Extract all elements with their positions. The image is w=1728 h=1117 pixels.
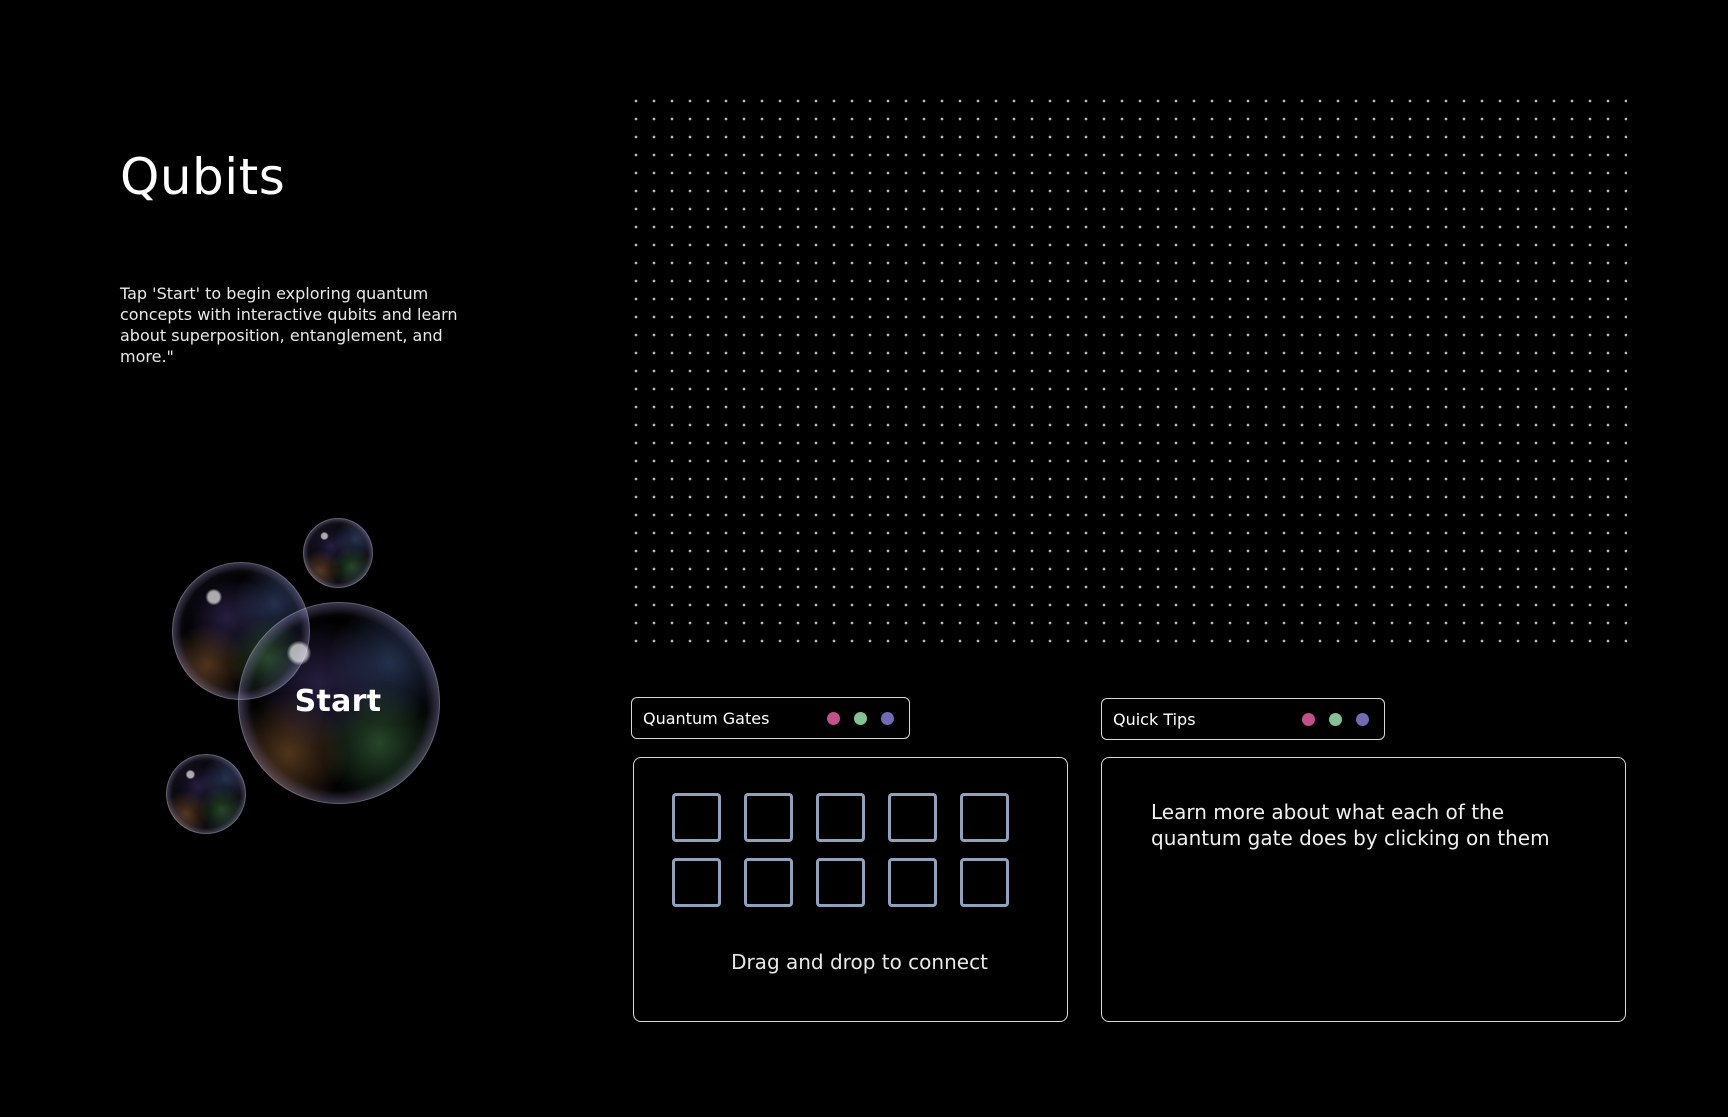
quantum-gates-panel: Drag and drop to connect [633,757,1068,1022]
gate-slot[interactable] [816,793,865,842]
gate-slot-grid [672,793,1009,907]
pink-dot-icon[interactable] [827,711,840,725]
gate-slot[interactable] [960,858,1009,907]
bubble-image [303,518,373,588]
purple-dot-icon[interactable] [1356,712,1369,726]
quick-tips-panel: Learn more about what each of the quantu… [1101,757,1626,1022]
window-controls [827,711,898,725]
purple-dot-icon[interactable] [881,711,894,725]
gate-slot[interactable] [816,858,865,907]
tips-text: Learn more about what each of the quantu… [1151,800,1550,850]
pink-dot-icon[interactable] [1302,712,1315,726]
quick-tips-title: Quick Tips [1113,709,1196,729]
page-title: Qubits [120,148,286,206]
quantum-gates-title: Quantum Gates [643,708,770,728]
gate-slot[interactable] [744,858,793,907]
gate-slot[interactable] [888,793,937,842]
drag-drop-hint: Drag and drop to connect [731,950,988,974]
gate-slot[interactable] [960,793,1009,842]
window-controls [1302,712,1373,726]
quantum-gates-header: Quantum Gates [631,697,910,739]
gate-slot[interactable] [744,793,793,842]
gate-slot[interactable] [888,858,937,907]
gate-slot[interactable] [672,793,721,842]
qubit-bubbles[interactable] [160,510,460,840]
gate-slot[interactable] [672,858,721,907]
start-button[interactable]: Start [268,684,408,719]
green-dot-icon[interactable] [854,711,867,725]
quick-tips-header: Quick Tips [1101,698,1385,740]
circuit-canvas[interactable] [627,92,1627,645]
green-dot-icon[interactable] [1329,712,1342,726]
intro-text: Tap 'Start' to begin exploring quantum c… [120,284,458,366]
bubble-image [166,754,246,834]
